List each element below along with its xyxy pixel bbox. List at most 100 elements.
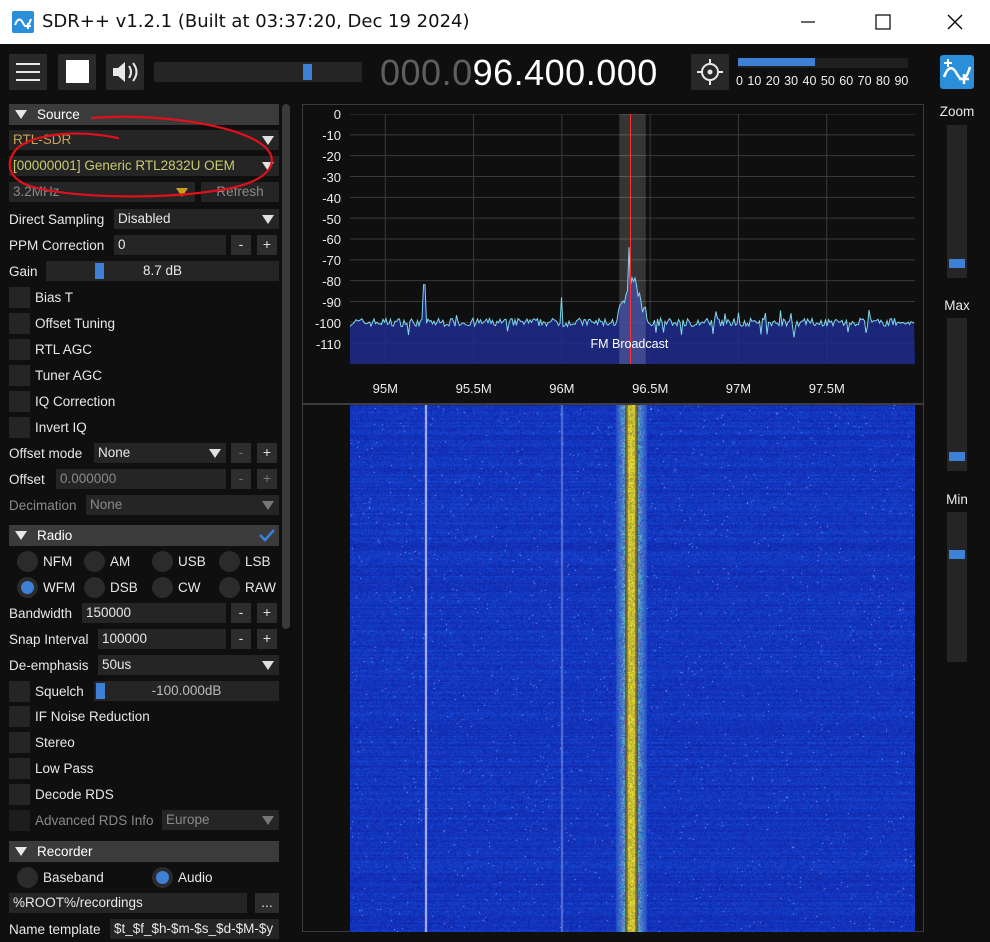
checkmark-icon[interactable] [259, 528, 275, 542]
squelch-checkbox[interactable] [9, 681, 30, 702]
mode-label-dsb: DSB [110, 580, 138, 595]
offset-decrement-button[interactable]: - [231, 469, 251, 489]
db-tick-label: -80 [322, 274, 341, 290]
mode-radio-usb[interactable] [152, 551, 173, 572]
min-slider-handle[interactable] [949, 550, 965, 560]
play-stop-button[interactable] [58, 54, 96, 90]
maximize-icon [875, 14, 891, 30]
source-checkbox[interactable] [9, 391, 30, 412]
mute-button[interactable] [106, 54, 144, 90]
source-checkbox[interactable] [9, 417, 30, 438]
advanced-rds-checkbox[interactable] [9, 810, 30, 831]
frequency-leading-digits[interactable]: 000.0 [380, 52, 473, 93]
frequency-digits[interactable]: 96.400.000 [473, 52, 658, 93]
waterfall[interactable] [350, 405, 915, 932]
ppm-decrement-button[interactable]: - [231, 235, 251, 255]
maximize-button[interactable] [860, 0, 906, 44]
speaker-icon [113, 62, 138, 82]
snap-interval-input[interactable]: 100000 [98, 629, 226, 649]
source-checkbox[interactable] [9, 365, 30, 386]
center-tuning-button[interactable] [691, 54, 729, 90]
minimize-button[interactable] [785, 0, 831, 44]
snap-decrement-button[interactable]: - [231, 629, 251, 649]
min-slider[interactable] [947, 512, 967, 662]
bandwidth-decrement-button[interactable]: - [231, 603, 251, 623]
radio-checkbox[interactable] [9, 784, 30, 805]
zoom-slider-handle[interactable] [949, 258, 965, 268]
decimation-select[interactable]: None [86, 495, 279, 515]
source-checkbox-label: Tuner AGC [35, 368, 103, 383]
mode-radio-nfm[interactable] [17, 551, 38, 572]
frequency-display[interactable]: 000.096.400.000 [380, 52, 658, 94]
ppm-increment-button[interactable]: + [257, 235, 277, 255]
db-tick-label: -50 [322, 211, 341, 227]
zoom-slider[interactable] [947, 125, 967, 278]
db-tick-label: -30 [322, 169, 341, 185]
browse-button[interactable]: ... [255, 893, 279, 913]
db-tick-label: -60 [322, 232, 341, 248]
radio-header-label: Radio [37, 528, 73, 543]
gain-slider-handle[interactable] [95, 263, 105, 279]
volume-slider-handle[interactable] [303, 64, 313, 80]
offset-increment-button[interactable]: + [257, 469, 277, 489]
bandwidth-input[interactable]: 150000 [82, 603, 226, 623]
recorder-audio-radio[interactable] [152, 867, 173, 888]
freq-tick-label: 96.5M [632, 381, 669, 396]
offset-mode-select[interactable]: None [94, 443, 226, 463]
squelch-value: -100.000dB [151, 683, 222, 698]
recording-path-input[interactable]: %ROOT%/recordings [9, 893, 247, 913]
source-checkbox[interactable] [9, 287, 30, 308]
volume-slider[interactable] [154, 62, 362, 82]
radio-checkbox[interactable] [9, 758, 30, 779]
ppm-input[interactable]: 0 [114, 235, 226, 255]
mode-label-wfm: WFM [43, 580, 76, 595]
name-template-value: $t_$f_$h-$m-$s_$d-$M-$y [114, 921, 274, 936]
recorder-header[interactable]: Recorder [9, 841, 279, 862]
decimation-value: None [90, 497, 123, 512]
recorder-baseband-radio[interactable] [17, 867, 38, 888]
squelch-slider-handle[interactable] [96, 683, 105, 699]
name-template-input[interactable]: $t_$f_$h-$m-$s_$d-$M-$y [110, 919, 279, 939]
gain-slider[interactable]: 8.7 dB [46, 261, 279, 281]
radio-checkbox[interactable] [9, 732, 30, 753]
crosshair-icon [697, 59, 723, 85]
max-slider[interactable] [947, 318, 967, 471]
freq-tick-label: 95.5M [455, 381, 492, 396]
close-button[interactable] [932, 0, 978, 44]
red-circle-annotation [8, 115, 273, 198]
offset-input[interactable]: 0.000000 [56, 469, 226, 489]
rds-region-value: Europe [166, 812, 210, 827]
mode-radio-am[interactable] [84, 551, 105, 572]
chevron-down-icon [209, 449, 221, 458]
deemphasis-select[interactable]: 50us [98, 655, 279, 675]
max-slider-handle[interactable] [949, 451, 965, 461]
chevron-down-icon [262, 215, 274, 224]
source-checkbox[interactable] [9, 313, 30, 334]
minimize-icon [801, 21, 815, 23]
snap-increment-button[interactable]: + [257, 629, 277, 649]
offset-mode-decrement-button[interactable]: - [231, 443, 251, 463]
decimation-label: Decimation [9, 498, 77, 513]
chevron-down-icon [262, 501, 274, 510]
mode-radio-cw[interactable] [152, 577, 173, 598]
mode-radio-lsb[interactable] [219, 551, 240, 572]
radio-checkbox[interactable] [9, 706, 30, 727]
mode-radio-dsb[interactable] [84, 577, 105, 598]
squelch-slider[interactable]: -100.000dB [94, 681, 279, 701]
menu-button[interactable] [9, 54, 47, 90]
source-checkbox[interactable] [9, 339, 30, 360]
mode-radio-raw[interactable] [219, 577, 240, 598]
offset-mode-label: Offset mode [9, 446, 83, 461]
mode-radio-wfm[interactable] [17, 577, 38, 598]
bandwidth-increment-button[interactable]: + [257, 603, 277, 623]
radio-header[interactable]: Radio [9, 525, 279, 546]
fft-plot[interactable] [350, 114, 915, 364]
freq-tick-label: 97.5M [808, 381, 845, 396]
vfo-bandwidth[interactable] [619, 114, 646, 364]
waterfall-canvas [350, 405, 915, 932]
source-checkbox-label: IQ Correction [35, 394, 116, 409]
vfo-name-label: FM Broadcast [590, 337, 669, 351]
direct-sampling-select[interactable]: Disabled [114, 209, 279, 229]
source-checkbox-label: Offset Tuning [35, 316, 116, 331]
offset-mode-increment-button[interactable]: + [257, 443, 277, 463]
